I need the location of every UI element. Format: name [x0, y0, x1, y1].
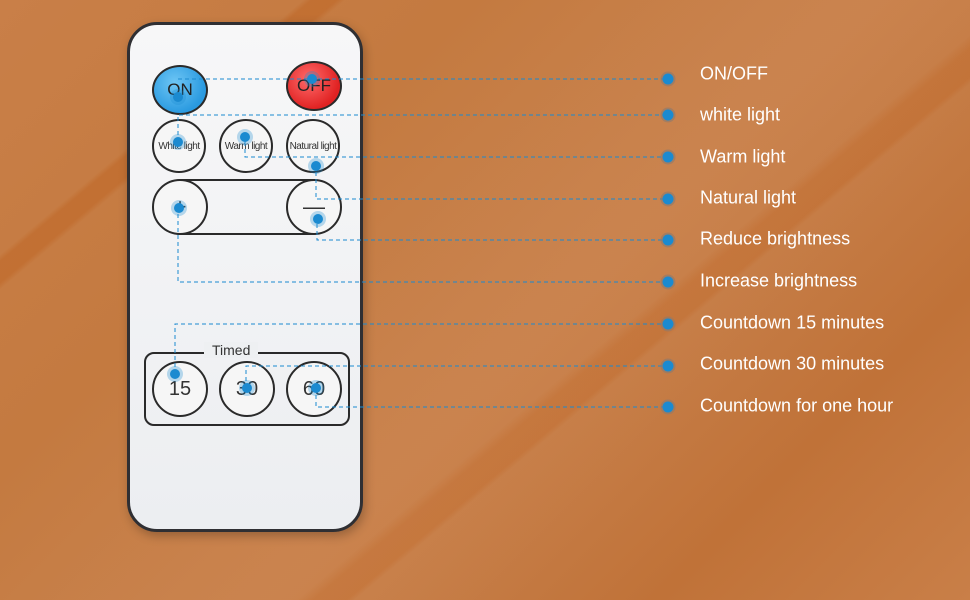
leader-reduce-brightness [316, 217, 668, 241]
end-dot-8 [660, 399, 676, 415]
callout-white-light: white light [700, 104, 781, 125]
marker-30 [239, 380, 255, 396]
marker-15 [167, 366, 183, 382]
callout-on-off: ON/OFF [700, 63, 768, 84]
leader-warm-light [244, 142, 668, 158]
end-dot-3 [660, 191, 676, 207]
callout-countdown-15: Countdown 15 minutes [700, 312, 885, 333]
end-dot-1 [660, 107, 676, 123]
leader-natural-light [315, 172, 668, 200]
marker-warm [237, 129, 253, 145]
marker-plus [171, 200, 187, 216]
callout-leaders [167, 71, 676, 415]
callout-warm-light: Warm light [700, 146, 786, 167]
end-dot-0 [660, 71, 676, 87]
marker-white [170, 134, 186, 150]
end-dot-6 [660, 316, 676, 332]
end-dot-4 [660, 232, 676, 248]
leader-countdown-60 [315, 388, 668, 408]
end-dot-2 [660, 149, 676, 165]
end-dot-5 [660, 274, 676, 290]
callout-reduce-brightness: Reduce brightness [700, 228, 851, 249]
callout-natural-light: Natural light [700, 187, 797, 208]
leader-increase-brightness [177, 207, 668, 283]
marker-minus [310, 211, 326, 227]
marker-60 [308, 380, 324, 396]
callout-increase-brightness: Increase brightness [700, 270, 858, 291]
end-dot-7 [660, 358, 676, 374]
callout-countdown-60: Countdown for one hour [700, 395, 894, 416]
callout-countdown-30: Countdown 30 minutes [700, 353, 885, 374]
marker-off [304, 71, 320, 87]
marker-natural [308, 158, 324, 174]
marker-on [170, 89, 186, 105]
